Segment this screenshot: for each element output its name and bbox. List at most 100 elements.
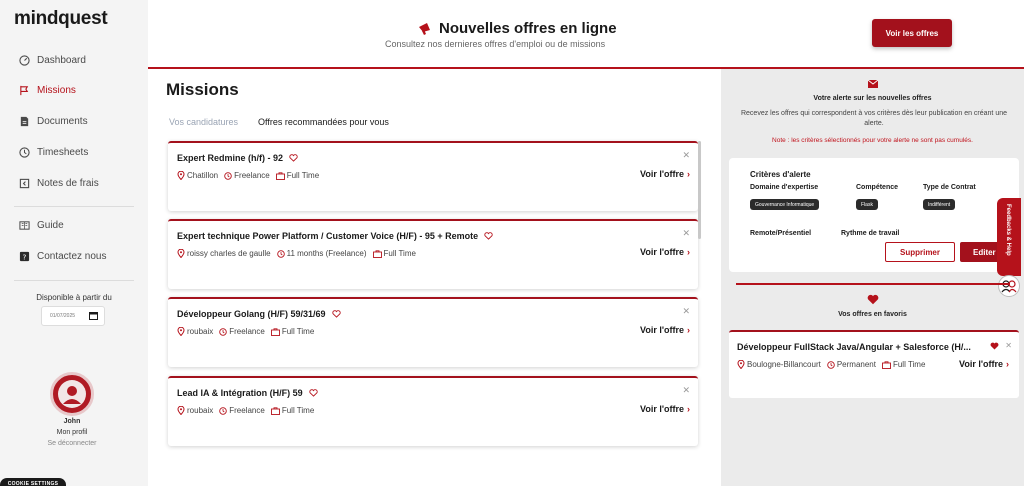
banner-title-text: Nouvelles offres en ligne: [439, 20, 617, 37]
briefcase-icon: [275, 171, 285, 180]
tab-vos-candidatures[interactable]: Vos candidatures: [169, 117, 238, 127]
chevron-right-icon: ›: [687, 404, 690, 414]
sidebar-item-label: Missions: [37, 84, 76, 96]
voir-offre-text: Voir l'offre: [959, 359, 1003, 369]
offer-title: Expert technique Power Platform / Custom…: [177, 231, 493, 241]
offer-location: Boulogne-Billancourt: [737, 360, 821, 369]
offer-card[interactable]: Expert Redmine (h/f) - 92 Chatillon Free…: [168, 141, 698, 211]
close-icon[interactable]: ✕: [682, 306, 690, 317]
heart-filled-icon[interactable]: [990, 342, 999, 350]
voir-offre-link[interactable]: Voir l'offre ›: [640, 247, 690, 257]
briefcase-icon: [372, 249, 382, 258]
sidebar-item-label: Dashboard: [37, 54, 86, 66]
criteria-header-remote: Remote/Présentiel: [750, 230, 812, 237]
offer-title: Lead IA & Intégration (H/F) 59: [177, 388, 318, 398]
sidebar-item-dashboard[interactable]: Dashboard: [19, 51, 86, 69]
flag-icon: [20, 85, 29, 95]
support-agents-icon[interactable]: [998, 275, 1020, 297]
logout-link[interactable]: Se déconnecter: [0, 440, 144, 447]
calendar-icon[interactable]: [89, 312, 98, 320]
offer-title-text: Expert Redmine (h/f) - 92: [177, 153, 284, 163]
voir-offre-link[interactable]: Voir l'offre ›: [640, 404, 690, 414]
voir-offre-link[interactable]: Voir l'offre ›: [959, 359, 1009, 369]
offer-title-text: Expert technique Power Platform / Custom…: [177, 231, 479, 241]
cookie-settings-button[interactable]: COOKIE SETTINGS: [0, 478, 66, 486]
location-icon: [177, 249, 185, 258]
sidebar-item-contactez-nous[interactable]: ? Contactez nous: [19, 247, 107, 265]
offer-contract: 11 months (Freelance): [276, 249, 367, 258]
criteria-header-contrat: Type de Contrat: [923, 184, 976, 191]
voir-offre-link[interactable]: Voir l'offre ›: [640, 169, 690, 179]
people-icon: [1001, 280, 1017, 293]
supprimer-button[interactable]: Supprimer: [885, 242, 955, 262]
offer-contract-text: Freelance: [229, 406, 265, 415]
heart-outline-icon[interactable]: [331, 310, 341, 318]
offer-location: roissy charles de gaulle: [177, 249, 271, 258]
availability-date-input[interactable]: 01/07/2025: [41, 306, 105, 326]
offer-time-text: Full Time: [383, 249, 416, 258]
clock-icon: [219, 406, 227, 415]
criteria-card: Critères d'alerte Domaine d'expertise Co…: [729, 158, 1019, 272]
heart-outline-icon[interactable]: [484, 232, 493, 240]
feedback-help-tab[interactable]: Feedbacks & Help: [997, 198, 1021, 276]
close-icon[interactable]: ✕: [1005, 341, 1012, 350]
sidebar-item-timesheets[interactable]: Timesheets: [19, 143, 88, 161]
sidebar-divider: [14, 280, 134, 281]
close-icon[interactable]: ✕: [682, 150, 690, 161]
tab-offres-recommandees[interactable]: Offres recommandées pour vous: [258, 117, 389, 127]
page-title: Missions: [166, 80, 239, 99]
offer-time: Full Time: [882, 360, 925, 369]
criteria-title: Critères d'alerte: [750, 170, 811, 179]
offer-card[interactable]: Expert technique Power Platform / Custom…: [168, 219, 698, 289]
receipt-icon: [19, 178, 30, 188]
criteria-header-domaine: Domaine d'expertise: [750, 184, 819, 191]
voir-offre-text: Voir l'offre: [640, 325, 684, 335]
offer-meta: roubaix Freelance Full Time: [177, 406, 314, 415]
offer-contract-text: Freelance: [234, 171, 270, 180]
location-icon: [737, 360, 745, 369]
close-icon[interactable]: ✕: [682, 385, 690, 396]
favorite-offer-title: Développeur FullStack Java/Angular + Sal…: [737, 342, 971, 352]
favorite-offer-card[interactable]: Développeur FullStack Java/Angular + Sal…: [729, 330, 1019, 398]
logo[interactable]: mindquest: [14, 8, 108, 30]
mail-icon: [868, 80, 878, 88]
offer-location-text: Chatillon: [187, 171, 219, 180]
offer-location-text: Boulogne-Billancourt: [747, 360, 821, 369]
offer-title: Expert Redmine (h/f) - 92: [177, 153, 298, 163]
favorites-divider: [736, 283, 1010, 285]
top-banner: Nouvelles offres en ligne Consultez nos …: [148, 0, 1024, 69]
sidebar: mindquest Dashboard Missions Documents T…: [0, 0, 148, 486]
profile-link[interactable]: Mon profil: [0, 429, 144, 436]
avatar[interactable]: [50, 372, 94, 416]
voir-offre-link[interactable]: Voir l'offre ›: [640, 325, 690, 335]
clock-icon: [276, 249, 285, 258]
clock-icon: [219, 327, 227, 336]
user-name: John: [63, 418, 81, 425]
clock-icon: [827, 360, 835, 369]
sidebar-item-documents[interactable]: Documents: [19, 112, 88, 130]
heart-outline-icon[interactable]: [289, 154, 298, 162]
offer-card[interactable]: Développeur Golang (H/F) 59/31/69 roubai…: [168, 297, 698, 367]
voir-les-offres-button[interactable]: Voir les offres: [872, 19, 952, 47]
offers-scrollbar[interactable]: [698, 141, 701, 239]
offer-contract: Permanent: [827, 360, 876, 369]
offer-card[interactable]: Lead IA & Intégration (H/F) 59 roubaix F…: [168, 376, 698, 446]
availability-label: Disponible à partir du: [36, 293, 112, 302]
question-icon: ?: [19, 251, 30, 261]
book-icon: [19, 220, 30, 230]
heart-filled-icon: [867, 294, 879, 305]
heart-outline-icon[interactable]: [309, 389, 318, 397]
offer-time-text: Full Time: [892, 360, 926, 369]
offer-time-text: Full Time: [281, 406, 315, 415]
chevron-right-icon: ›: [1006, 359, 1009, 369]
offer-contract-text: Freelance: [229, 327, 265, 336]
sidebar-divider: [14, 206, 134, 207]
sidebar-item-missions[interactable]: Missions: [19, 81, 76, 99]
favorites-title: Vos offres en favoris: [838, 311, 907, 318]
clock-icon: [224, 171, 232, 180]
close-icon[interactable]: ✕: [682, 228, 690, 239]
offer-title: Développeur Golang (H/F) 59/31/69: [177, 309, 341, 319]
voir-offre-text: Voir l'offre: [640, 169, 684, 179]
sidebar-item-notes-de-frais[interactable]: Notes de frais: [19, 174, 99, 192]
sidebar-item-guide[interactable]: Guide: [19, 216, 64, 234]
